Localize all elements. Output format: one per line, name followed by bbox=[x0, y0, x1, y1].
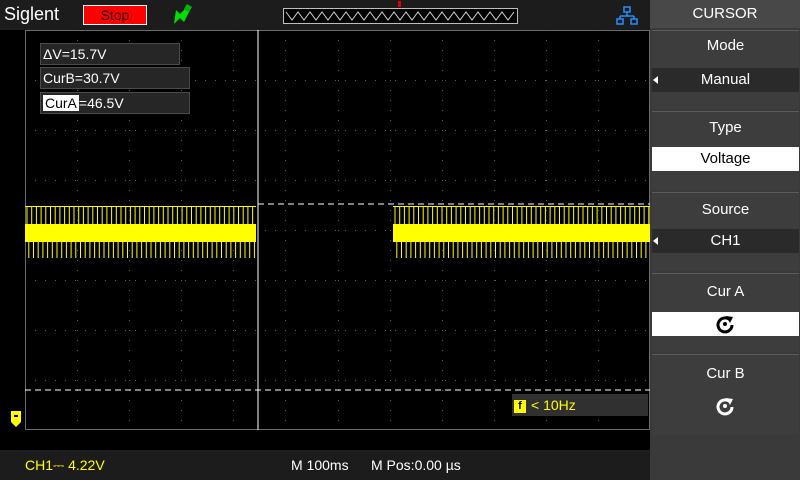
cur-a-readout: CurA =46.5V bbox=[40, 92, 190, 114]
cur-b-text: CurB=30.7V bbox=[43, 70, 120, 86]
type-value[interactable]: Voltage bbox=[652, 147, 799, 171]
frequency-badge-icon: f bbox=[514, 399, 526, 413]
menu-title: CURSOR bbox=[650, 0, 800, 28]
trigger-position-marker bbox=[398, 1, 401, 7]
trace-band bbox=[393, 224, 650, 242]
mode-arrow-icon bbox=[653, 76, 658, 84]
network-icon bbox=[616, 6, 638, 25]
source-label: Source bbox=[701, 201, 750, 218]
rotate-knob-icon bbox=[716, 398, 734, 416]
timebase-readout: M 100ms bbox=[291, 457, 349, 473]
memory-position-readout: M Pos:0.00 µs bbox=[371, 457, 461, 473]
frequency-text: < 10Hz bbox=[531, 397, 576, 413]
source-value[interactable]: CH1 bbox=[652, 229, 799, 253]
delta-v-text: ΔV=15.7V bbox=[43, 46, 107, 62]
mode-label: Mode bbox=[706, 37, 745, 54]
memory-position-bar bbox=[283, 8, 518, 24]
trace-band bbox=[25, 224, 256, 242]
cur-b-menu-label: Cur B bbox=[706, 365, 745, 382]
ch1-ground-marker-icon[interactable] bbox=[10, 410, 22, 428]
mode-value[interactable]: Manual bbox=[652, 68, 799, 92]
cur-a-label: CurA bbox=[43, 95, 79, 111]
waveform-canvas bbox=[25, 30, 650, 430]
rotate-knob-icon bbox=[716, 316, 734, 334]
cur-a-menu-label: Cur A bbox=[706, 283, 745, 300]
source-arrow-icon bbox=[653, 237, 658, 245]
cur-b-readout: CurB=30.7V bbox=[40, 67, 190, 89]
trigger-probe-icon bbox=[174, 4, 193, 24]
run-stop-indicator[interactable]: Stop bbox=[83, 5, 147, 25]
ch1-info[interactable]: CH1⎓ 4.22V bbox=[25, 457, 105, 474]
frequency-readout: f < 10Hz bbox=[512, 394, 648, 416]
delta-v-readout: ΔV=15.7V bbox=[40, 43, 180, 65]
waveform-display[interactable] bbox=[25, 30, 650, 430]
brand-logo: Siglent bbox=[4, 4, 60, 24]
type-label: Type bbox=[709, 119, 742, 136]
cur-a-value: =46.5V bbox=[78, 95, 124, 111]
